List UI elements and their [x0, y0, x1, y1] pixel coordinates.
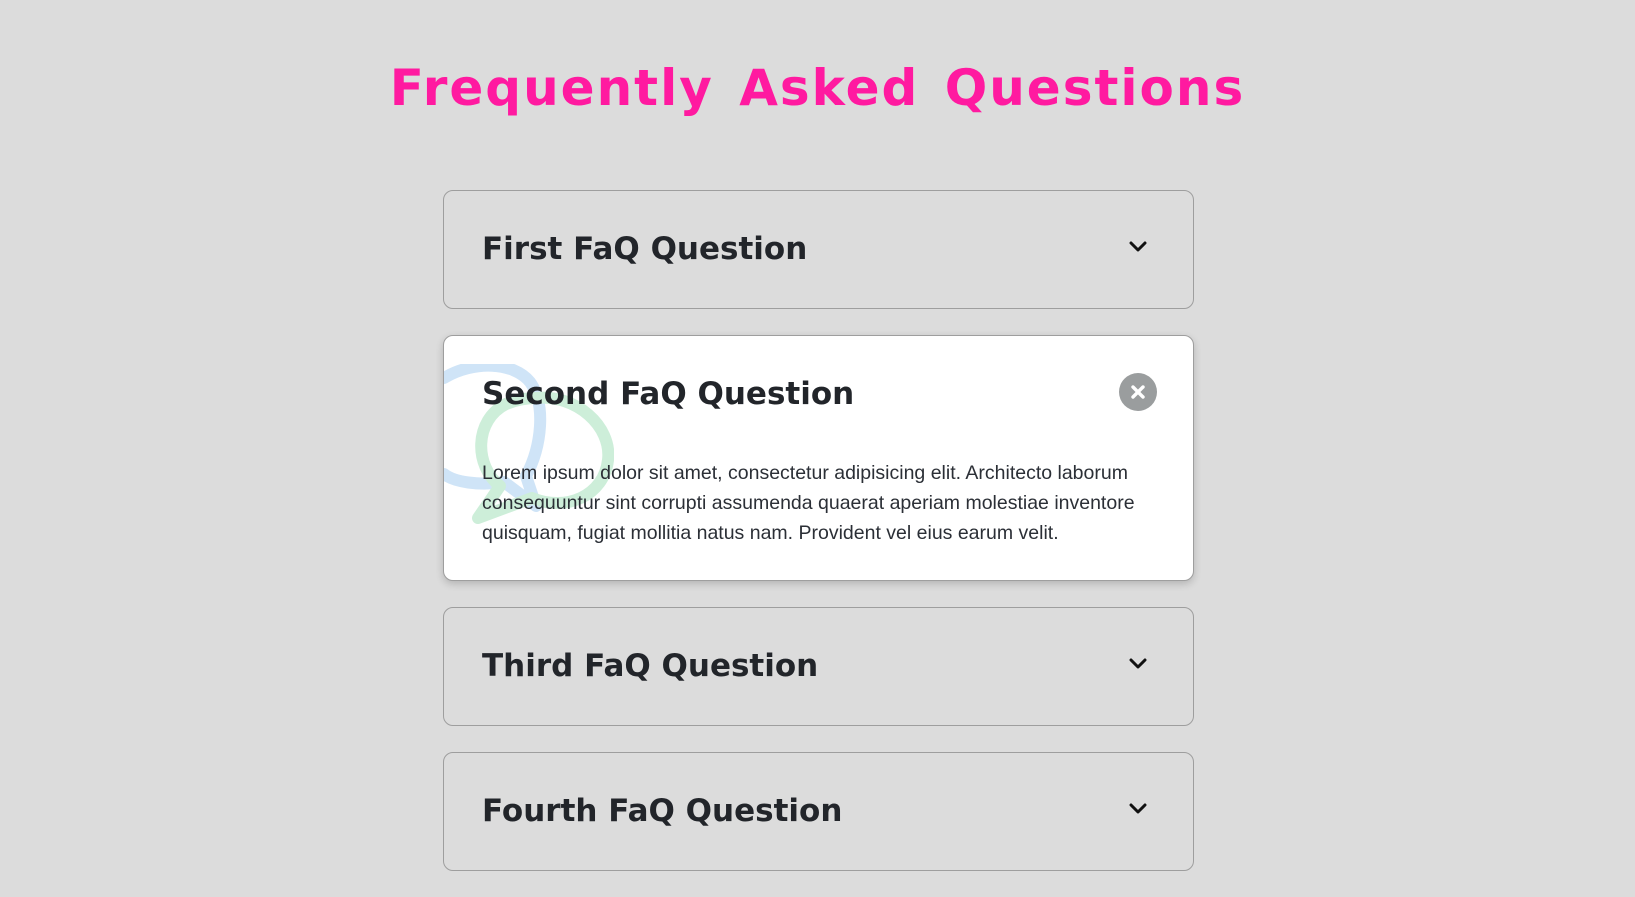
faq-question[interactable]: Second FaQ Question	[482, 372, 854, 416]
faq-item-fourth[interactable]: Fourth FaQ Question	[443, 752, 1194, 871]
close-icon	[1131, 385, 1145, 399]
faq-toggle-button[interactable]	[1119, 645, 1157, 683]
faq-question[interactable]: First FaQ Question	[482, 227, 807, 271]
faq-question[interactable]: Third FaQ Question	[482, 644, 818, 688]
faq-question[interactable]: Fourth FaQ Question	[482, 789, 842, 833]
faq-list: First FaQ Question Second FaQ Question L…	[443, 190, 1194, 897]
faq-item-second[interactable]: Second FaQ Question Lorem ipsum dolor si…	[443, 335, 1194, 581]
faq-close-button[interactable]	[1119, 373, 1157, 411]
faq-item-third[interactable]: Third FaQ Question	[443, 607, 1194, 726]
faq-toggle-button[interactable]	[1119, 228, 1157, 266]
chevron-down-icon	[1129, 658, 1147, 669]
faq-item-first[interactable]: First FaQ Question	[443, 190, 1194, 309]
page-title: Frequently Asked Questions	[389, 59, 1246, 117]
faq-toggle-button[interactable]	[1119, 790, 1157, 828]
chevron-down-icon	[1129, 241, 1147, 252]
chevron-down-icon	[1129, 803, 1147, 814]
faq-answer: Lorem ipsum dolor sit amet, consectetur …	[482, 462, 1135, 544]
